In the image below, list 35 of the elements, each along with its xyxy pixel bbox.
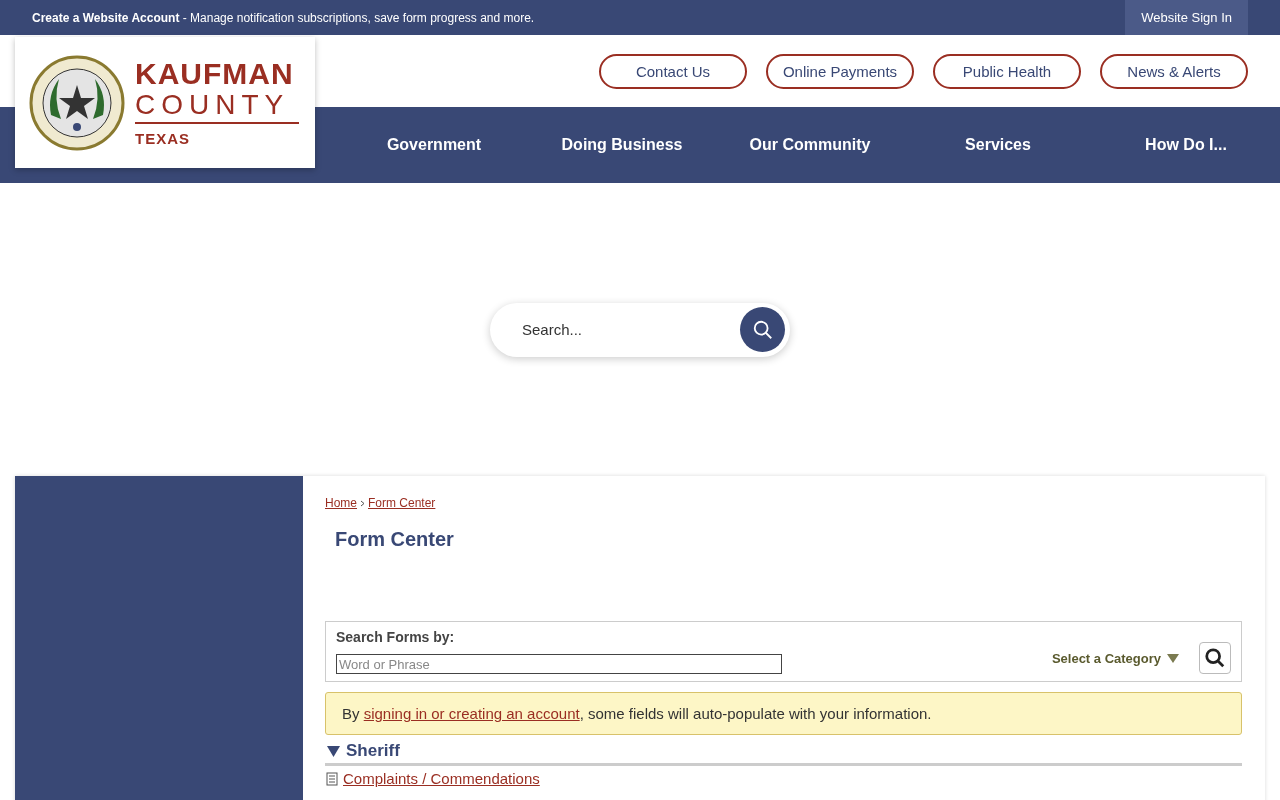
county-seal-icon [29,54,125,151]
nav-item[interactable]: Our Community [716,136,904,154]
nav-item[interactable]: Services [904,136,1092,154]
quick-link[interactable]: Public Health [933,53,1081,89]
document-icon [325,771,339,786]
sign-in-link[interactable]: signing in or creating an account [363,705,580,722]
expanded-icon [327,744,340,758]
quick-link[interactable]: Online Payments [766,53,914,89]
sign-in-link[interactable]: Website Sign In [1125,0,1248,35]
search-label: Search Forms by: [336,629,456,645]
chevron-icon [360,499,365,507]
form-search-input[interactable]: Word or Phrase [336,654,782,674]
sign-in-notice: By signing in or creating an account, some fields will auto-populate with your information. [325,692,1242,735]
search-icon [1204,647,1226,669]
search-icon [751,318,774,341]
account-message: Create a Website Account - Manage notification subscriptions, save form progress and more. [32,10,535,25]
logo-state: TEXAS [135,130,191,147]
category-header[interactable]: Sheriff [325,741,1242,766]
nav-item[interactable]: Government [340,136,528,154]
quick-link[interactable]: News & Alerts [1100,53,1248,89]
search-button[interactable] [740,307,785,352]
category-dropdown[interactable]: Select a Category [1045,649,1185,667]
breadcrumb-link[interactable]: Form Center [368,496,436,510]
logo[interactable]: KAUFMAN COUNTY TEXAS [15,37,315,168]
quick-link[interactable]: Contact Us [599,53,747,89]
caret-icon [1167,653,1179,663]
nav-item[interactable]: How Do I... [1092,136,1280,154]
nav-item[interactable]: Doing Business [528,136,716,154]
form-link[interactable]: Complaints / Commendations [343,770,540,787]
create-account-link[interactable]: Create a Website Account [32,10,180,25]
page-title: Form Center [335,528,455,551]
search-button[interactable] [1199,642,1231,674]
logo-subtitle: COUNTY [135,90,299,124]
breadcrumb-link[interactable]: Home [325,496,357,510]
logo-title: KAUFMAN [135,58,295,90]
